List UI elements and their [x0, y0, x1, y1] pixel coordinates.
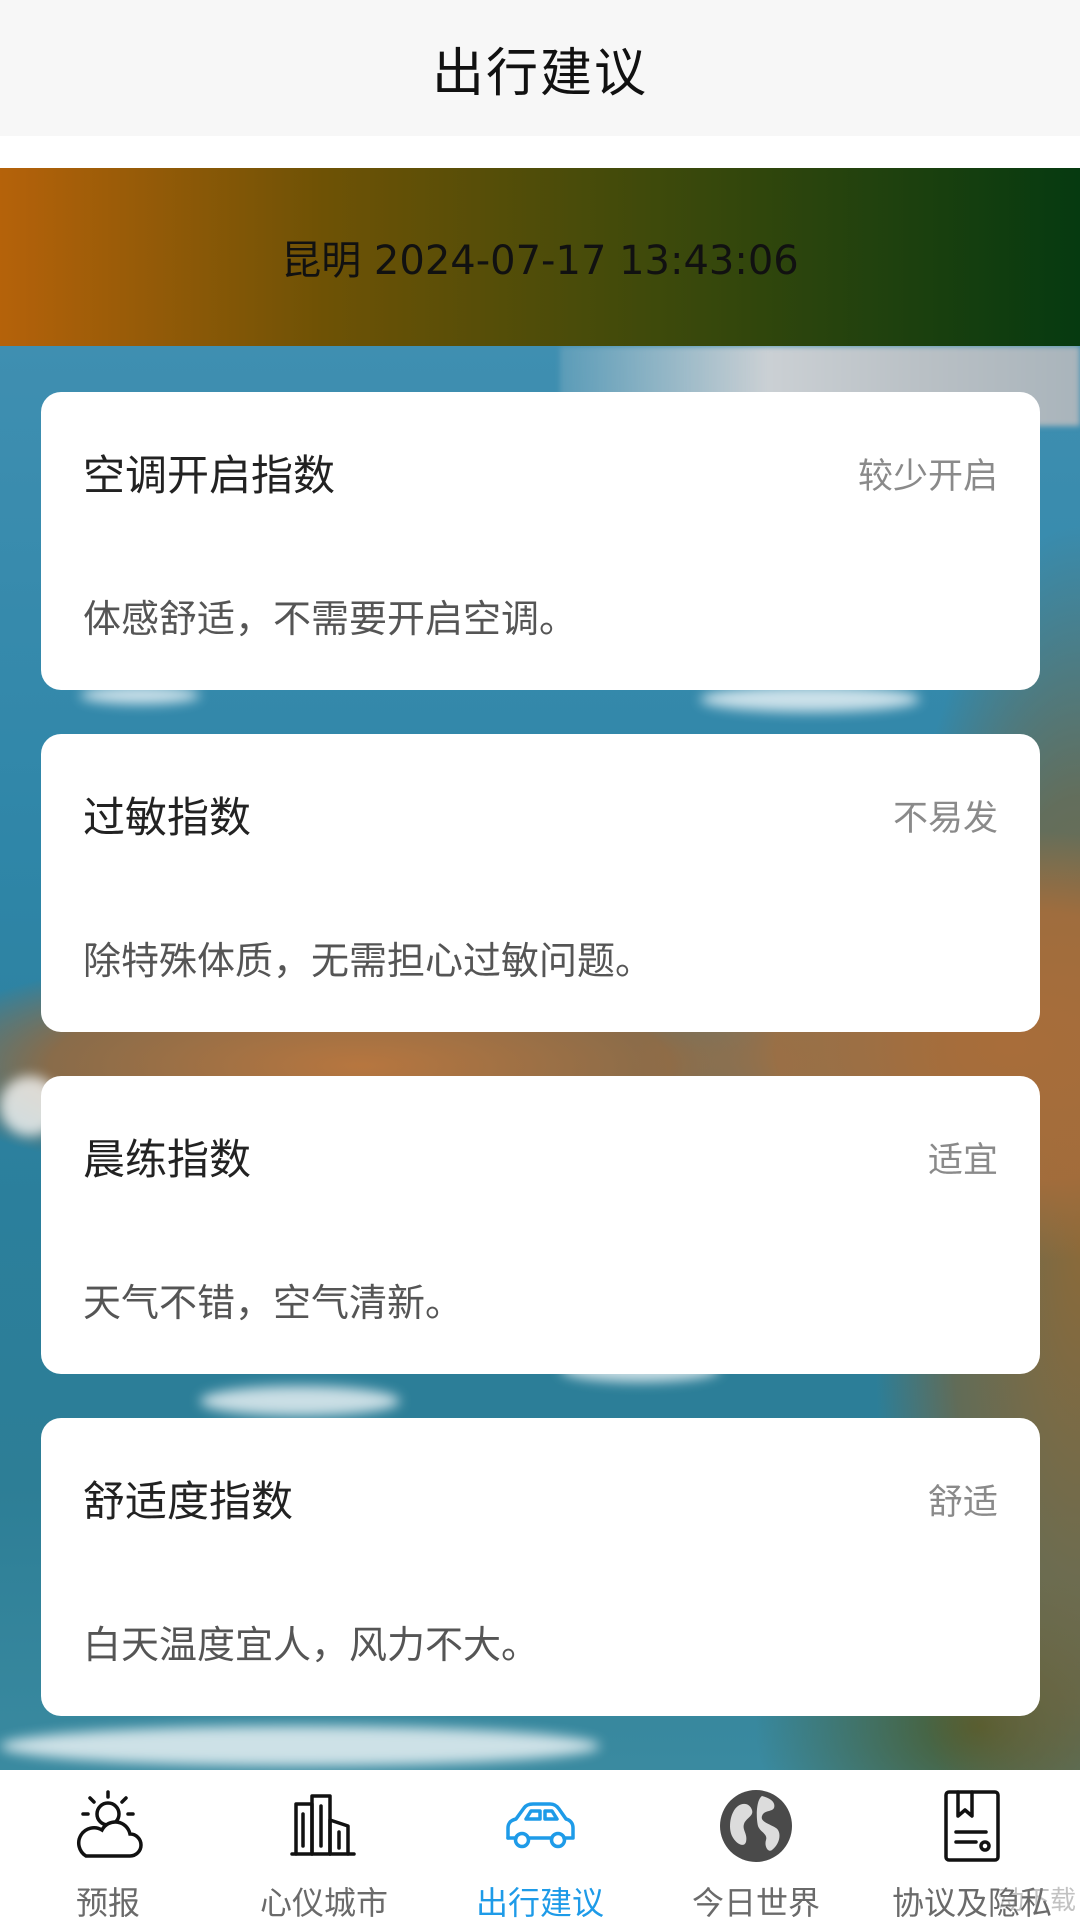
car-icon [500, 1786, 580, 1866]
index-card-morning-exercise[interactable]: 晨练指数 适宜 天气不错，空气清新。 [41, 1076, 1040, 1374]
document-bookmark-icon [932, 1786, 1012, 1866]
weather-cloud-sun-icon [68, 1786, 148, 1866]
globe-icon [716, 1786, 796, 1866]
index-card-allergy[interactable]: 过敏指数 不易发 除特殊体质，无需担心过敏问题。 [41, 734, 1040, 1032]
card-description: 体感舒适，不需要开启空调。 [83, 597, 578, 641]
location-datetime: 昆明 2024-07-17 13:43:06 [281, 238, 799, 284]
index-card-aircon[interactable]: 空调开启指数 较少开启 体感舒适，不需要开启空调。 [41, 392, 1040, 690]
card-title: 晨练指数 [83, 1135, 252, 1184]
nav-label: 今日世界 [691, 1884, 820, 1920]
wave-foam [200, 1386, 400, 1416]
nav-item-world-today[interactable]: 今日世界 [648, 1770, 864, 1920]
card-level: 舒适 [927, 1483, 998, 1523]
card-title: 过敏指数 [83, 793, 252, 842]
nav-item-forecast[interactable]: 预报 [0, 1770, 216, 1920]
card-title: 舒适度指数 [83, 1477, 294, 1526]
card-description: 白天温度宜人，风力不大。 [83, 1623, 540, 1667]
wave-foam [0, 1726, 600, 1766]
bottom-navigation: 预报 心仪城市 出行建议 今日世界 协议及隐私 动下载 [0, 1770, 1080, 1920]
card-level: 较少开启 [857, 457, 998, 497]
watermark: 动下载 [997, 1885, 1076, 1916]
card-level: 适宜 [927, 1141, 998, 1181]
nav-item-favorite-cities[interactable]: 心仪城市 [216, 1770, 432, 1920]
header-spacer [0, 136, 1080, 168]
index-card-comfort[interactable]: 舒适度指数 舒适 白天温度宜人，风力不大。 [41, 1418, 1040, 1716]
card-level: 不易发 [892, 799, 998, 839]
app-root: 出行建议 昆明 2024-07-17 13:43:06 空调开启指数 较少开启 … [0, 0, 1080, 1920]
card-description: 天气不错，空气清新。 [83, 1281, 464, 1325]
header-bar: 出行建议 [0, 0, 1080, 136]
city-buildings-icon [284, 1786, 364, 1866]
card-description: 除特殊体质，无需担心过敏问题。 [83, 939, 654, 983]
nav-label: 预报 [75, 1884, 140, 1920]
nav-label: 心仪城市 [259, 1884, 388, 1920]
nav-item-travel-advice[interactable]: 出行建议 [432, 1770, 648, 1920]
location-banner: 昆明 2024-07-17 13:43:06 [0, 168, 1080, 346]
nav-label: 出行建议 [475, 1884, 604, 1920]
card-title: 空调开启指数 [83, 451, 336, 500]
page-title: 出行建议 [431, 43, 648, 104]
